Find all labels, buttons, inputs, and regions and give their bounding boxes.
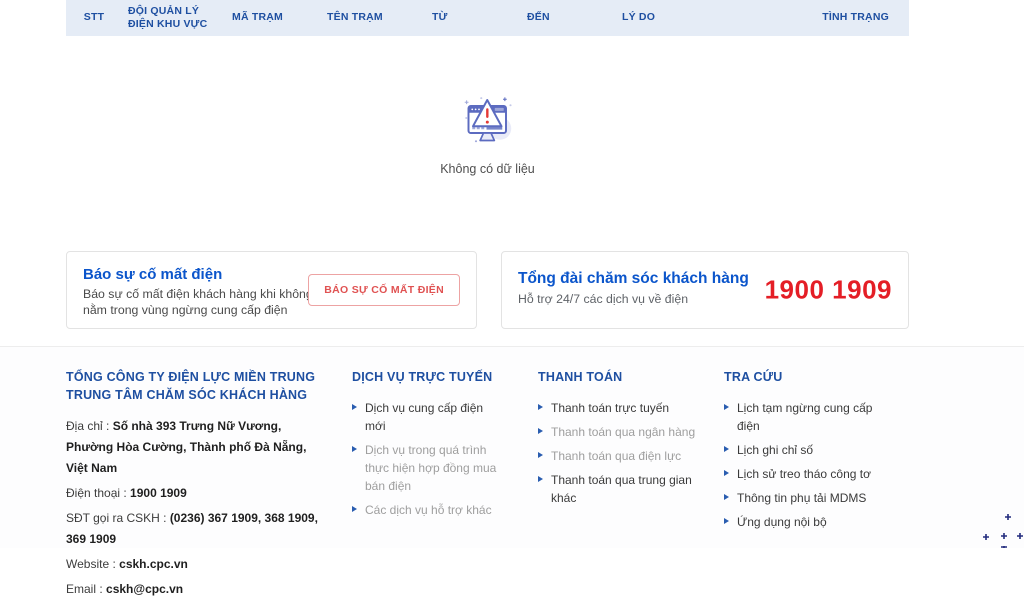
triangle-bullet-icon xyxy=(538,452,543,458)
report-outage-button[interactable]: BÁO SỰ CỐ MẤT ĐIỆN xyxy=(308,274,460,306)
empty-state: Không có dữ liệu xyxy=(66,94,909,176)
triangle-bullet-icon xyxy=(538,428,543,434)
footer-company-column: TỔNG CÔNG TY ĐIỆN LỰC MIỀN TRUNG TRUNG T… xyxy=(66,369,328,604)
triangle-bullet-icon xyxy=(724,494,729,500)
link-meter-reading-schedule[interactable]: Lịch ghi chỉ số xyxy=(724,441,894,459)
column-header-tu: TỪ xyxy=(432,9,527,26)
triangle-bullet-icon xyxy=(724,518,729,524)
report-outage-card: Báo sự cố mất điện Báo sự cố mất điện kh… xyxy=(66,251,477,329)
empty-state-message: Không có dữ liệu xyxy=(440,162,535,176)
link-meter-history[interactable]: Lịch sử treo tháo công tơ xyxy=(724,465,894,483)
column-header-stt: STT xyxy=(66,11,122,24)
link-contract-process-services[interactable]: Dịch vụ trong quá trình thực hiện hợp đồ… xyxy=(352,441,497,495)
link-internal-apps[interactable]: Ứng dụng nội bộ xyxy=(724,513,894,531)
triangle-bullet-icon xyxy=(352,404,357,410)
contact-phone: Điện thoại : 1900 1909 xyxy=(66,483,328,504)
footer-lookup-column: TRA CỨU Lịch tạm ngừng cung cấp điện Lịc… xyxy=(724,369,894,537)
triangle-bullet-icon xyxy=(352,506,357,512)
link-new-electricity-service[interactable]: Dịch vụ cung cấp điện mới xyxy=(352,399,497,435)
triangle-bullet-icon xyxy=(352,446,357,452)
company-name-line2: TRUNG TÂM CHĂM SÓC KHÁCH HÀNG xyxy=(66,387,328,405)
link-online-payment[interactable]: Thanh toán trực tuyến xyxy=(538,399,703,417)
link-intermediary-payment[interactable]: Thanh toán qua trung gian khác xyxy=(538,471,703,507)
footer-payment-column: THANH TOÁN Thanh toán trực tuyến Thanh t… xyxy=(538,369,703,513)
triangle-bullet-icon xyxy=(724,404,729,410)
contact-address: Địa chỉ : Số nhà 393 Trưng Nữ Vương, Phư… xyxy=(66,416,328,479)
hotline-card: Tổng đài chăm sóc khách hàng Hỗ trợ 24/7… xyxy=(501,251,909,329)
column-header-ten-tram: TÊN TRẠM xyxy=(327,9,432,26)
column-header-doi-quan-ly: ĐỘI QUẢN LÝ ĐIỆN KHU VỰC xyxy=(122,3,226,33)
no-data-monitor-warning-icon xyxy=(458,94,518,154)
column-header-ma-tram: MÃ TRẠM xyxy=(232,9,327,26)
link-mdms-load-info[interactable]: Thông tin phụ tải MDMS xyxy=(724,489,894,507)
contact-outbound-phone: SĐT gọi ra CSKH : (0236) 367 1909, 368 1… xyxy=(66,508,328,550)
decorative-plus-pattern xyxy=(980,504,1024,548)
triangle-bullet-icon xyxy=(538,476,543,482)
footer: TỔNG CÔNG TY ĐIỆN LỰC MIỀN TRUNG TRUNG T… xyxy=(0,346,1024,548)
link-other-support-services[interactable]: Các dịch vụ hỗ trợ khác xyxy=(352,501,497,519)
contact-email: Email : cskh@cpc.vn xyxy=(66,579,328,600)
lookup-heading: TRA CỨU xyxy=(724,369,894,387)
report-outage-description: Báo sự cố mất điện khách hàng khi không … xyxy=(83,287,333,318)
triangle-bullet-icon xyxy=(724,470,729,476)
triangle-bullet-icon xyxy=(724,446,729,452)
contact-website: Website : cskh.cpc.vn xyxy=(66,554,328,575)
outage-schedule-page: STT ĐỘI QUẢN LÝ ĐIỆN KHU VỰC MÃ TRẠM TÊN… xyxy=(0,0,1024,548)
triangle-bullet-icon xyxy=(538,404,543,410)
link-power-office-payment[interactable]: Thanh toán qua điện lực xyxy=(538,447,703,465)
link-bank-payment[interactable]: Thanh toán qua ngân hàng xyxy=(538,423,703,441)
outage-table-header: STT ĐỘI QUẢN LÝ ĐIỆN KHU VỰC MÃ TRẠM TÊN… xyxy=(66,0,909,36)
column-header-den: ĐẾN xyxy=(527,9,622,26)
payment-heading: THANH TOÁN xyxy=(538,369,703,387)
hotline-phone-number: 1900 1909 xyxy=(765,275,892,306)
column-header-tinh-trang: TÌNH TRẠNG xyxy=(772,9,909,26)
footer-online-services-column: DỊCH VỤ TRỰC TUYẾN Dịch vụ cung cấp điện… xyxy=(352,369,497,525)
company-name: TỔNG CÔNG TY ĐIỆN LỰC MIỀN TRUNG TRUNG T… xyxy=(66,369,328,404)
company-name-line1: TỔNG CÔNG TY ĐIỆN LỰC MIỀN TRUNG xyxy=(66,369,328,387)
online-services-heading: DỊCH VỤ TRỰC TUYẾN xyxy=(352,369,497,387)
link-outage-schedule[interactable]: Lịch tạm ngừng cung cấp điện xyxy=(724,399,894,435)
column-header-ly-do: LÝ DO xyxy=(622,9,772,26)
